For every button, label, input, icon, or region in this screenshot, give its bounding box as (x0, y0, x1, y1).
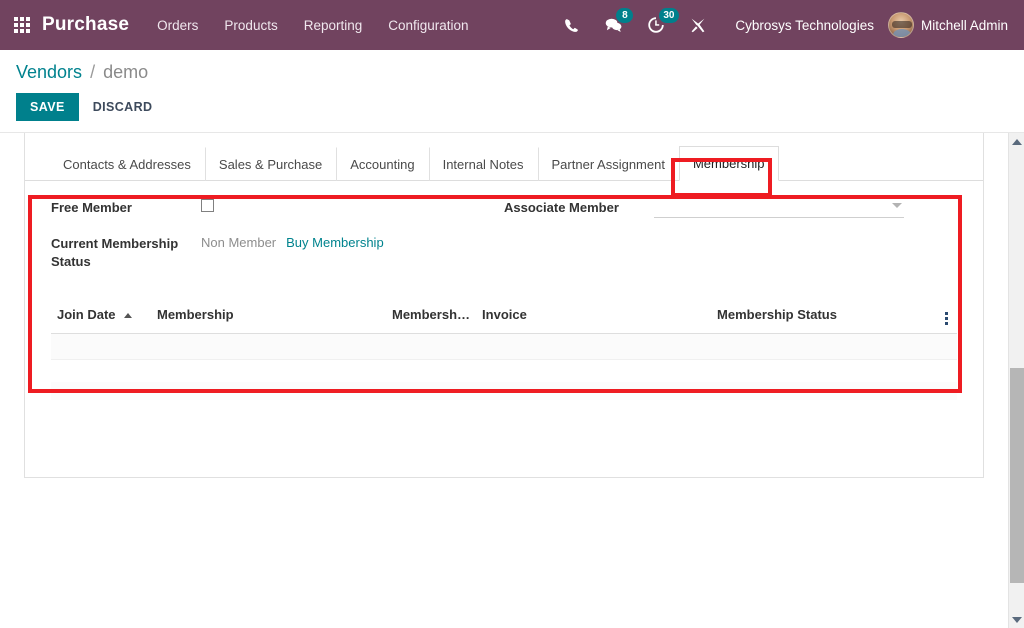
chevron-down-icon[interactable] (892, 203, 902, 208)
scroll-down-icon[interactable] (1009, 611, 1024, 628)
company-switcher[interactable]: Cybrosys Technologies (735, 18, 874, 33)
control-panel: Vendors / demo SAVE DISCARD 5 / 5 ‹ › (0, 50, 1024, 133)
tab-contacts-addresses[interactable]: Contacts & Addresses (49, 147, 205, 181)
top-navbar: Purchase Orders Products Reporting Confi… (0, 0, 1024, 50)
activities-badge: 30 (659, 8, 678, 23)
menu-item-reporting[interactable]: Reporting (304, 18, 363, 33)
membership-right-column: Associate Member (504, 199, 957, 285)
current-membership-status-label: Current Membership Status (51, 235, 201, 271)
user-menu[interactable]: Mitchell Admin (888, 12, 1008, 38)
membership-lines-list: Join Date Membership Membersh… Invoice M… (51, 299, 957, 400)
associate-member-input[interactable] (654, 199, 904, 218)
column-join-date[interactable]: Join Date (51, 299, 151, 334)
user-menu-label: Mitchell Admin (921, 18, 1008, 33)
main-menu: Orders Products Reporting Configuration (157, 18, 468, 33)
menu-item-products[interactable]: Products (224, 18, 277, 33)
table-row-empty (51, 334, 957, 360)
tab-partner-assignment[interactable]: Partner Assignment (538, 147, 679, 181)
empty-row-cell (51, 334, 957, 360)
save-button[interactable]: SAVE (16, 93, 79, 121)
column-membership-truncated[interactable]: Membersh… (386, 299, 476, 334)
apps-grid-icon[interactable] (14, 17, 30, 33)
free-member-label: Free Member (51, 199, 201, 217)
scroll-up-icon[interactable] (1009, 133, 1024, 150)
tab-sales-purchase[interactable]: Sales & Purchase (205, 147, 336, 181)
tab-accounting[interactable]: Accounting (336, 147, 428, 181)
free-member-checkbox[interactable] (201, 199, 214, 212)
messages-badge: 8 (616, 8, 633, 23)
navbar-systray: 8 30 Cybrosys Technologies Mitchell Admi… (551, 0, 1024, 50)
avatar (888, 12, 914, 38)
column-join-date-label: Join Date (57, 307, 116, 322)
kebab-menu-icon[interactable] (945, 312, 948, 325)
table-footer-cell (51, 382, 957, 400)
column-membership[interactable]: Membership (151, 299, 386, 334)
form-sheet: Contacts & Addresses Sales & Purchase Ac… (24, 133, 984, 478)
membership-state-text: Non Member (201, 235, 276, 250)
activities-icon[interactable]: 30 (648, 17, 664, 33)
discard-button[interactable]: DISCARD (79, 93, 167, 121)
breadcrumb-separator: / (90, 62, 95, 82)
current-membership-status-value: Non Member Buy Membership (201, 235, 384, 250)
membership-left-column: Free Member Current Membership Status No… (51, 199, 504, 285)
breadcrumb-vendors[interactable]: Vendors (16, 62, 82, 82)
table-spacer-cell (51, 360, 957, 382)
notebook-tabs: Contacts & Addresses Sales & Purchase Ac… (25, 133, 983, 181)
menu-item-configuration[interactable]: Configuration (388, 18, 468, 33)
buy-membership-button[interactable]: Buy Membership (286, 235, 384, 250)
breadcrumb-current: demo (103, 62, 148, 82)
field-current-membership-status: Current Membership Status Non Member Buy… (51, 235, 504, 271)
column-options[interactable] (935, 299, 957, 334)
tab-membership[interactable]: Membership (679, 146, 779, 181)
field-associate-member: Associate Member (504, 199, 957, 221)
scrollbar-thumb[interactable] (1010, 368, 1024, 583)
menu-item-orders[interactable]: Orders (157, 18, 198, 33)
column-invoice[interactable]: Invoice (476, 299, 711, 334)
membership-field-grid: Free Member Current Membership Status No… (51, 199, 957, 285)
debug-tools-icon[interactable] (690, 17, 706, 33)
breadcrumb: Vendors / demo (16, 50, 1008, 83)
record-actions: SAVE DISCARD (16, 93, 1008, 121)
membership-page: Free Member Current Membership Status No… (25, 181, 983, 400)
sort-ascending-icon (124, 313, 132, 318)
table-footer-row (51, 382, 957, 400)
table-header-row: Join Date Membership Membersh… Invoice M… (51, 299, 957, 334)
tab-internal-notes[interactable]: Internal Notes (429, 147, 538, 181)
membership-lines-table: Join Date Membership Membersh… Invoice M… (51, 299, 957, 400)
associate-member-label: Associate Member (504, 199, 654, 217)
membership-lines-body (51, 334, 957, 400)
form-scroll-area: Contacts & Addresses Sales & Purchase Ac… (0, 133, 1008, 628)
column-membership-status[interactable]: Membership Status (711, 299, 935, 334)
app-brand-purchase[interactable]: Purchase (42, 14, 129, 36)
table-spacer-row (51, 360, 957, 382)
phone-icon[interactable] (564, 18, 579, 33)
field-free-member: Free Member (51, 199, 504, 221)
sheet-outer: Contacts & Addresses Sales & Purchase Ac… (0, 133, 1008, 478)
messages-icon[interactable]: 8 (605, 17, 622, 33)
free-member-value (201, 199, 214, 212)
vertical-scrollbar[interactable] (1008, 133, 1024, 628)
